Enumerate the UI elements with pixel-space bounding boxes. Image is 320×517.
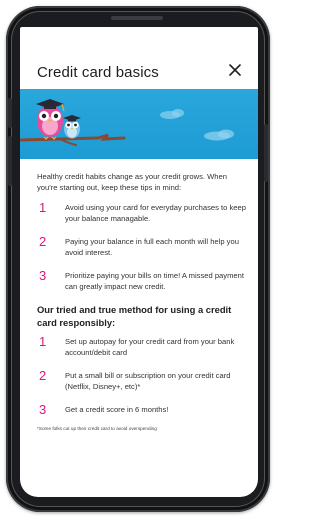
- intro-text: Healthy credit habits change as your cre…: [37, 172, 227, 192]
- step-text: Put a small bill or subscription on your…: [65, 371, 231, 391]
- list-item: 2 Put a small bill or subscription on yo…: [37, 369, 247, 392]
- tip-text: Prioritize paying your bills on time! A …: [65, 271, 244, 291]
- power-button-hardware: [264, 124, 268, 182]
- step-number: 2: [39, 368, 47, 383]
- owls-on-branch-illustration: [20, 99, 234, 146]
- tip-text: Paying your balance in full each month w…: [65, 237, 239, 257]
- list-item: 3 Get a credit score in 6 months!: [37, 403, 247, 417]
- tips-content: Healthy credit habits change as your cre…: [37, 171, 247, 431]
- phone-screen: Credit card basics Healthy credit habits…: [20, 27, 258, 497]
- volume-down-button-hardware: [8, 136, 12, 186]
- footnote: *Some folks cut up their credit card to …: [37, 426, 157, 431]
- volume-up-button-hardware: [8, 98, 12, 128]
- list-item: 1 Set up autopay for your credit card fr…: [37, 335, 247, 358]
- tips-list: 1 Avoid using your card for everyday pur…: [37, 201, 247, 292]
- earpiece-speaker: [111, 16, 163, 20]
- step-number: 1: [39, 334, 47, 349]
- method-steps-list: 1 Set up autopay for your credit card fr…: [37, 335, 247, 417]
- list-item: 2 Paying your balance in full each month…: [37, 235, 247, 258]
- step-number: 3: [39, 402, 47, 417]
- list-item: 1 Avoid using your card for everyday pur…: [37, 201, 247, 224]
- tip-number: 2: [39, 234, 47, 249]
- hero-banner: [20, 89, 258, 159]
- tip-text: Avoid using your card for everyday purch…: [65, 203, 246, 223]
- dialog-title: Credit card basics: [37, 64, 159, 81]
- list-item: 3 Prioritize paying your bills on time! …: [37, 269, 247, 292]
- dialog-header: Credit card basics: [20, 27, 258, 89]
- step-text: Get a credit score in 6 months!: [65, 405, 169, 414]
- tip-number: 3: [39, 268, 47, 283]
- close-icon[interactable]: [226, 61, 244, 79]
- tip-number: 1: [39, 200, 47, 215]
- method-heading: Our tried and true method for using a cr…: [37, 304, 232, 328]
- step-text: Set up autopay for your credit card from…: [65, 337, 235, 357]
